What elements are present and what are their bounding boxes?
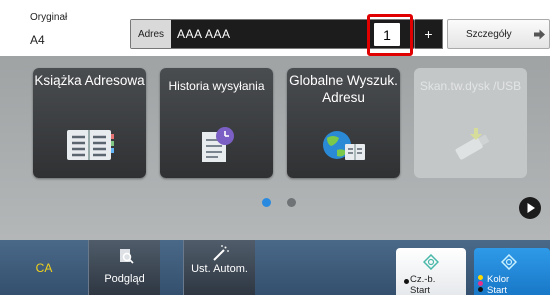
page-indicator-active[interactable]	[262, 198, 271, 207]
scan-to-address-screen: Oryginał A4 Adres AAA AAA 1 + Szczegóły …	[0, 0, 550, 295]
tile-global-address-search[interactable]: Globalne Wyszuk. Adresu	[287, 68, 400, 178]
preview-icon	[120, 249, 134, 264]
color-start-label-1: Kolor	[487, 274, 510, 285]
original-size-value[interactable]: A4	[30, 33, 45, 47]
usb-drive-icon	[455, 128, 490, 160]
bottom-action-bar: CA Podgląd Ust. Autom. Cz.-b. Start Kolo…	[0, 240, 550, 295]
tile-scan-to-usb: Skan.tw.dysk /USB	[414, 68, 527, 178]
bw-start-label-1: Cz.-b.	[410, 274, 436, 285]
black-dot-icon	[404, 279, 409, 284]
next-page-button[interactable]	[519, 197, 541, 219]
arrow-right-icon	[534, 29, 545, 40]
address-value: AAA AAA	[177, 27, 231, 41]
bw-start-button[interactable]: Cz.-b. Start	[396, 248, 466, 295]
top-bar: Oryginał A4 Adres AAA AAA 1 + Szczegóły	[0, 0, 550, 56]
details-label: Szczegóły	[466, 29, 512, 40]
color-dots-icon	[478, 275, 484, 293]
tile-label: Skan.tw.dysk /USB	[419, 79, 522, 93]
play-icon	[527, 203, 535, 213]
magic-wand-icon	[213, 245, 229, 261]
clear-all-button[interactable]: CA	[0, 240, 88, 295]
tile-label: Książka Adresowa	[34, 73, 145, 88]
tile-address-book[interactable]: Książka Adresowa	[33, 68, 146, 178]
global-address-search-icon	[323, 131, 365, 160]
address-book-icon	[67, 130, 114, 160]
sending-history-icon	[202, 127, 234, 162]
bw-start-label-2: Start	[410, 285, 431, 295]
address-key-button[interactable]: Adres	[131, 20, 171, 48]
start-diamond-icon	[423, 254, 439, 270]
page-indicator[interactable]	[287, 198, 296, 207]
address-count-highlight	[367, 14, 413, 56]
tile-sending-history[interactable]: Historia wysyłania	[160, 68, 273, 178]
function-tiles-area: Książka Adresowa Historia wysyłania Glob…	[0, 56, 550, 240]
start-diamond-icon	[501, 254, 517, 270]
add-address-button[interactable]: +	[415, 19, 443, 49]
auto-set-label: Ust. Autom.	[191, 263, 248, 275]
color-start-label-2: Start	[487, 285, 508, 295]
preview-button[interactable]: Podgląd	[88, 240, 160, 295]
original-label: Oryginał	[30, 12, 68, 23]
color-start-button[interactable]: Kolor Start	[474, 248, 550, 295]
auto-set-button[interactable]: Ust. Autom.	[183, 240, 255, 295]
details-button[interactable]: Szczegóły	[447, 19, 550, 49]
tile-label: Historia wysyłania	[168, 79, 265, 93]
preview-label: Podgląd	[104, 273, 145, 285]
tile-label: Globalne Wyszuk. Adresu	[289, 73, 398, 105]
